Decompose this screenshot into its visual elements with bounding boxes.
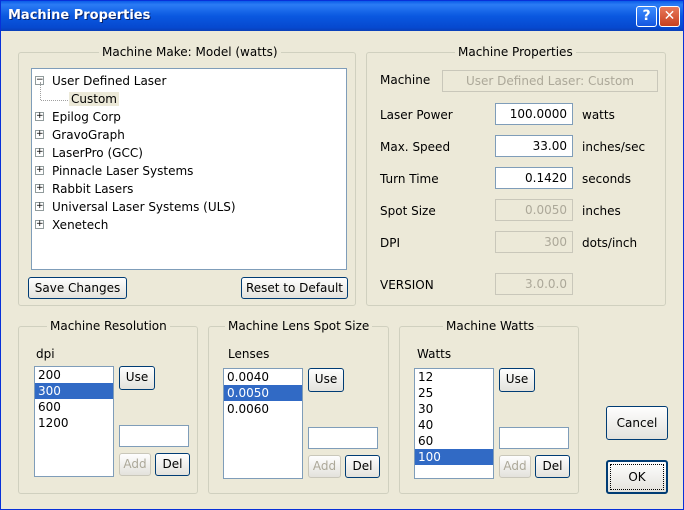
watts-add-button[interactable]: Add — [499, 455, 531, 478]
lens-del-button[interactable]: Del — [345, 455, 380, 478]
expand-icon[interactable]: + — [35, 220, 44, 229]
tree-item-label: Pinnacle Laser Systems — [52, 164, 194, 178]
tree-item-label: LaserPro (GCC) — [52, 146, 143, 160]
lens-add-button[interactable]: Add — [308, 455, 341, 478]
expand-icon[interactable]: + — [35, 130, 44, 139]
watts-list[interactable]: 12 25 30 40 60 100 — [414, 368, 494, 479]
turn-time-unit: seconds — [582, 172, 632, 186]
machine-field: User Defined Laser: Custom — [442, 70, 658, 92]
spot-size-field: 0.0050 — [495, 199, 573, 221]
machine-resolution-group-title: Machine Resolution — [47, 319, 170, 333]
list-item[interactable]: 100 — [415, 449, 493, 465]
turn-time-label: Turn Time — [380, 172, 439, 186]
laser-power-unit: watts — [582, 108, 615, 122]
tree-item-label: Custom — [69, 92, 119, 106]
close-button[interactable]: ✕ — [659, 6, 680, 27]
list-item[interactable]: 200 — [35, 367, 113, 383]
watts-list-label: Watts — [417, 347, 452, 361]
list-item[interactable]: 0.0060 — [224, 401, 302, 417]
lenses-list[interactable]: 0.0040 0.0050 0.0060 — [223, 368, 303, 479]
watts-use-button[interactable]: Use — [499, 368, 535, 392]
lenses-list-label: Lenses — [228, 347, 270, 361]
expand-icon[interactable]: + — [35, 148, 44, 157]
laser-power-input[interactable]: 100.0000 — [495, 103, 573, 125]
max-speed-label: Max. Speed — [380, 140, 451, 154]
dpi-field: 300 — [495, 231, 573, 253]
ok-button[interactable]: OK — [606, 460, 668, 494]
tree-item-label: Xenetech — [52, 218, 109, 232]
tree-item-label: GravoGraph — [52, 128, 125, 142]
lens-new-input[interactable] — [308, 427, 378, 449]
machine-make-group-title: Machine Make: Model (watts) — [99, 45, 281, 59]
machine-properties-dialog: Machine Properties ? ✕ Machine Make: Mod… — [0, 0, 684, 510]
tree-item-label: Rabbit Lasers — [52, 182, 134, 196]
list-item[interactable]: 25 — [415, 385, 493, 401]
list-item[interactable]: 60 — [415, 433, 493, 449]
help-button[interactable]: ? — [636, 6, 657, 27]
machine-tree[interactable]: − User Defined Laser Custom + Epilog Cor… — [31, 68, 347, 270]
lens-spot-size-group-title: Machine Lens Spot Size — [225, 319, 373, 333]
dpi-list-label: dpi — [36, 347, 55, 361]
max-speed-input[interactable]: 33.00 — [495, 135, 573, 157]
cancel-button[interactable]: Cancel — [606, 406, 668, 440]
tree-connector — [41, 100, 68, 101]
list-item[interactable]: 1200 — [35, 415, 113, 431]
version-field: 3.0.0.0 — [495, 273, 573, 295]
expand-icon[interactable]: + — [35, 184, 44, 193]
reset-to-default-button[interactable]: Reset to Default — [241, 277, 348, 299]
tree-item-label: Universal Laser Systems (ULS) — [52, 200, 236, 214]
watts-new-input[interactable] — [499, 427, 569, 449]
expand-icon[interactable]: + — [35, 202, 44, 211]
tree-connector — [40, 82, 41, 100]
machine-label: Machine — [380, 73, 431, 87]
dpi-add-button[interactable]: Add — [119, 453, 151, 476]
expand-icon[interactable]: + — [35, 166, 44, 175]
list-item[interactable]: 40 — [415, 417, 493, 433]
watts-del-button[interactable]: Del — [535, 455, 570, 478]
dpi-del-button[interactable]: Del — [155, 453, 190, 476]
machine-watts-group-title: Machine Watts — [443, 319, 538, 333]
machine-properties-group-title: Machine Properties — [455, 45, 576, 59]
list-item[interactable]: 12 — [415, 369, 493, 385]
list-item[interactable]: 0.0040 — [224, 369, 302, 385]
lens-use-button[interactable]: Use — [308, 368, 344, 392]
max-speed-unit: inches/sec — [582, 140, 646, 154]
list-item[interactable]: 30 — [415, 401, 493, 417]
version-label: VERSION — [380, 278, 434, 292]
tree-item-custom[interactable]: Custom — [69, 90, 119, 108]
list-item[interactable]: 0.0050 — [224, 385, 302, 401]
window-title: Machine Properties — [8, 8, 151, 23]
laser-power-label: Laser Power — [380, 108, 453, 122]
expand-icon[interactable]: + — [35, 112, 44, 121]
tree-item-label: Epilog Corp — [52, 110, 121, 124]
dpi-label: DPI — [380, 236, 401, 250]
spot-size-label: Spot Size — [380, 204, 436, 218]
dpi-unit: dots/inch — [582, 236, 638, 250]
tree-item-label: User Defined Laser — [52, 74, 167, 88]
turn-time-input[interactable]: 0.1420 — [495, 167, 573, 189]
dpi-new-input[interactable] — [119, 425, 189, 447]
dpi-list[interactable]: 200 300 600 1200 — [34, 366, 114, 477]
dpi-use-button[interactable]: Use — [119, 366, 155, 390]
list-item[interactable]: 600 — [35, 399, 113, 415]
save-changes-button[interactable]: Save Changes — [28, 277, 127, 299]
spot-size-unit: inches — [582, 204, 621, 218]
list-item[interactable]: 300 — [35, 383, 113, 399]
title-bar[interactable]: Machine Properties ? ✕ — [1, 1, 683, 31]
